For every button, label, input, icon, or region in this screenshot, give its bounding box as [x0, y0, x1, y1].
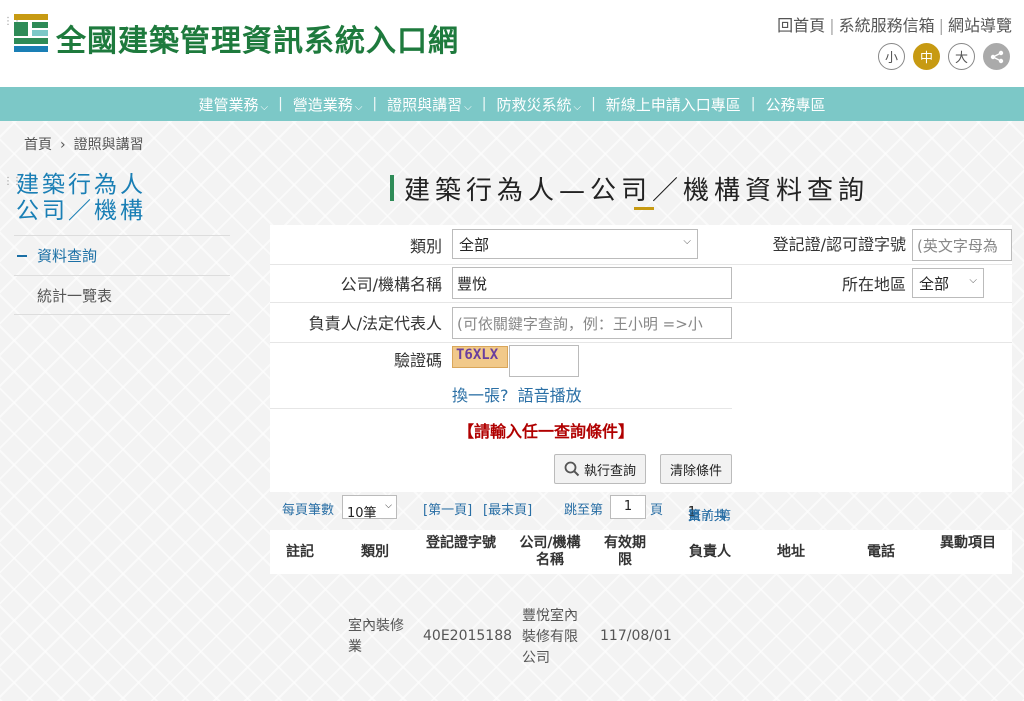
nav-label: 證照與講習 [387, 95, 463, 114]
font-large-button[interactable]: 大 [948, 43, 975, 70]
table-row[interactable]: 室內裝修業 40E2015188 豐悅室內裝修有限公司 117/08/01 [270, 574, 1012, 674]
cert-no-label: 登記證/認可證字號 [772, 235, 906, 254]
search-form: 類別 全部 ⌵ 登記證/認可證字號 (英文字母為 公司/機構名稱 豐悅 所在地區 … [270, 225, 1012, 492]
nav-item-construction[interactable]: 營造業務 ⌵ [283, 94, 373, 115]
table-header-expiry: 有效期限 [604, 535, 646, 568]
top-links: 回首頁 | 系統服務信箱 | 網站導覽 [777, 12, 1012, 36]
chevron-down-icon: ⌵ [969, 275, 977, 286]
nav-separator: | [278, 96, 283, 112]
breadcrumb-home[interactable]: 首頁 [24, 137, 52, 153]
representative-label: 負責人/法定代表人 [308, 314, 442, 333]
per-page-label: 每頁筆數 [282, 503, 335, 518]
search-button[interactable]: 執行查詢 [554, 454, 646, 484]
nav-separator: | [591, 96, 596, 112]
captcha-input[interactable] [509, 345, 579, 377]
region-value: 全部 [919, 275, 950, 293]
chevron-down-icon: ⌵ [464, 101, 472, 113]
per-page-value: 10筆 [347, 506, 377, 521]
goto-suffix: 頁 [650, 503, 664, 518]
cert-no-input[interactable]: (英文字母為 [912, 229, 1012, 261]
table-header-category: 類別 [361, 544, 389, 560]
cell-cert-no: 40E2015188 [423, 628, 513, 644]
category-value: 全部 [459, 236, 490, 254]
clear-button[interactable]: 清除條件 [660, 454, 732, 484]
nav-separator: | [481, 96, 487, 112]
chevron-down-icon: ⌵ [354, 101, 363, 113]
font-small-button[interactable]: 小 [878, 43, 905, 70]
chevron-down-icon: ⌵ [683, 236, 691, 247]
search-icon [564, 461, 580, 477]
cell-category: 室內裝修業 [348, 618, 404, 655]
home-link[interactable]: 回首頁 [777, 16, 825, 35]
table-header-phone: 電話 [867, 544, 895, 560]
region-select[interactable]: 全部 ⌵ [912, 268, 984, 298]
table-header-company: 公司/機構名稱 [519, 535, 581, 568]
table-header-owner: 負責人 [689, 544, 731, 560]
captcha-audio-link[interactable]: 語音播放 [518, 386, 582, 405]
representative-input[interactable]: (可依關鍵字查詢，例：王小明 =>小 [452, 307, 732, 339]
last-page-link[interactable]: [最末頁] [483, 499, 532, 518]
cell-expiry: 117/08/01 [600, 628, 672, 644]
sitemap-link[interactable]: 網站導覽 [948, 16, 1012, 35]
side-menu: 資料查詢 統計一覽表 [14, 235, 230, 315]
results-table-header: 註記 類別 登記證字號 公司/機構名稱 有效期限 負責人 地址 電話 異動項目 [270, 530, 1012, 574]
link-separator: | [829, 16, 835, 35]
category-label: 類別 [409, 237, 442, 256]
breadcrumb-current[interactable]: 證照與講習 [74, 137, 144, 153]
chevron-down-icon: ⌵ [260, 101, 269, 113]
nav-item-disaster[interactable]: 防救災系統 ⌵ [486, 94, 591, 115]
breadcrumb: 首頁 › 證照與講習 [24, 134, 144, 154]
category-select[interactable]: 全部 ⌵ [452, 229, 698, 259]
captcha-links: 換一張? 語音播放 [452, 382, 582, 406]
nav-separator: | [750, 96, 756, 112]
side-title-line1: 建築行為人 [16, 172, 146, 198]
nav-label: 營造業務 [292, 95, 353, 114]
nav-label: 防救災系統 [496, 95, 572, 114]
nav-label: 建管業務 [198, 95, 259, 114]
site-header: ⋮⋮ 全國建築管理資訊系統入口網 回首頁 | 系統服務信箱 | 網站導覽 小 中 大 [0, 0, 1024, 87]
nav-item-building-admin[interactable]: 建管業務 ⌵ [188, 94, 278, 115]
font-medium-button[interactable]: 中 [913, 43, 940, 70]
region-label: 所在地區 [841, 275, 906, 294]
status-text: 筆 [688, 509, 702, 524]
side-item-query[interactable]: 資料查詢 [14, 235, 230, 275]
company-name-input[interactable]: 豐悅 [452, 267, 732, 299]
pagination: 每頁筆數 10筆 ⌵ [第一頁] [最末頁] 跳至第 1 頁 目前 第 1 頁 /… [270, 493, 1012, 524]
cell-company[interactable]: 豐悅室內裝修有限公司 [522, 606, 586, 669]
site-title[interactable]: 全國建築管理資訊系統入口網 [56, 16, 459, 60]
link-separator: | [938, 16, 944, 35]
table-header-cert-no: 登記證字號 [426, 535, 496, 551]
nav-separator: | [372, 96, 378, 112]
per-page-select[interactable]: 10筆 ⌵ [342, 495, 397, 521]
warning-message: 【請輸入任一查詢條件】 [458, 422, 635, 441]
nav-item-license[interactable]: 證照與講習 ⌵ [377, 94, 482, 115]
table-header-address: 地址 [777, 544, 805, 560]
first-page-link[interactable]: [第一頁] [423, 499, 472, 518]
chevron-down-icon: ⌵ [573, 101, 582, 113]
side-title: 建築行為人 公司／機構 [16, 172, 146, 224]
main-nav: 建管業務 ⌵ | 營造業務 ⌵ | 證照與講習 ⌵ | 防救災系統 ⌵ | 新線上申請入… [0, 87, 1024, 121]
nav-item-online-apply[interactable]: 新線上申請入口專區 [596, 94, 751, 115]
share-icon[interactable] [983, 43, 1010, 70]
table-header-changes: 異動項目 [940, 535, 996, 551]
font-size-controls: 小 中 大 [878, 43, 1010, 70]
search-button-label: 執行查詢 [583, 463, 636, 479]
side-item-statistics[interactable]: 統計一覽表 [14, 275, 230, 315]
page-title: 建築行為人—公司／機構資料查詢 [390, 170, 869, 207]
company-name-label: 公司/機構名稱 [340, 275, 442, 294]
goto-label: 跳至第 [564, 503, 604, 518]
service-mail-link[interactable]: 系統服務信箱 [839, 16, 935, 35]
chevron-right-icon: › [60, 137, 66, 153]
table-header-note: 註記 [286, 544, 314, 560]
site-logo-icon[interactable] [14, 14, 48, 54]
captcha-image: T6XLX [452, 346, 508, 368]
chevron-down-icon: ⌵ [385, 501, 392, 511]
title-underline [634, 207, 654, 210]
side-title-line2: 公司／機構 [16, 198, 146, 224]
nav-item-official[interactable]: 公務專區 [756, 94, 836, 115]
captcha-label: 驗證碼 [393, 351, 442, 370]
goto-page-input[interactable]: 1 [610, 495, 646, 519]
captcha-refresh-link[interactable]: 換一張? [452, 386, 509, 405]
